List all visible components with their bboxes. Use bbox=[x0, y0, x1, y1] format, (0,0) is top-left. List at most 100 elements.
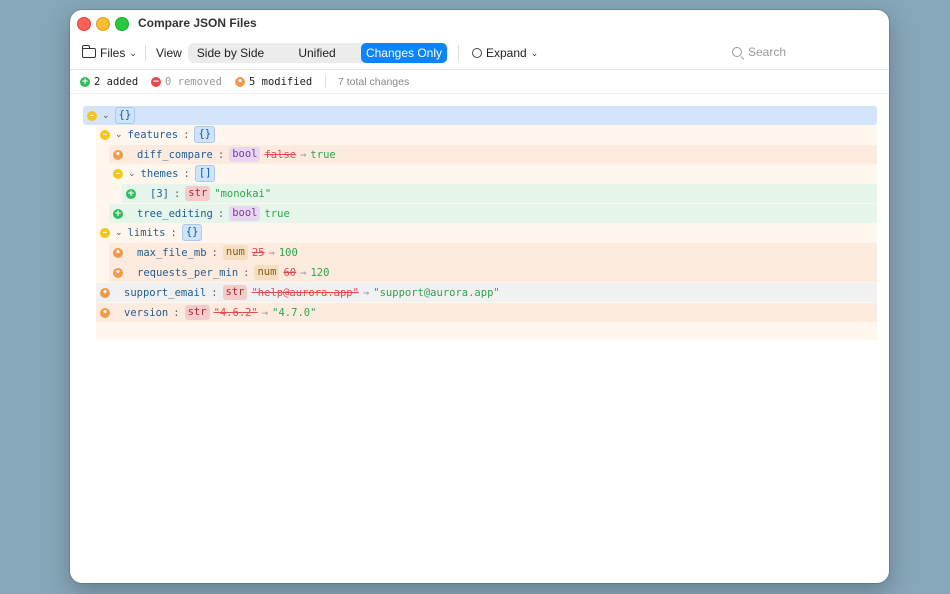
chevron-down-icon[interactable]: ⌄ bbox=[128, 169, 136, 179]
array-badge: [] bbox=[194, 165, 216, 182]
folder-icon bbox=[82, 45, 96, 58]
removed-count: − 0 removed bbox=[151, 76, 222, 88]
tree-row-diff-compare[interactable]: • diff_compare : bool false → true bbox=[113, 145, 336, 164]
colon: : bbox=[211, 286, 218, 299]
type-badge: num bbox=[254, 265, 280, 280]
colon: : bbox=[170, 226, 177, 239]
tree-row-requests-per-min[interactable]: • requests_per_min : num 60 → 120 bbox=[113, 263, 329, 282]
new-value: "monokai" bbox=[214, 187, 272, 200]
chevron-down-icon[interactable]: ⌄ bbox=[115, 130, 123, 140]
modified-circle-icon: – bbox=[100, 129, 110, 140]
tab-changes-only[interactable]: Changes Only bbox=[361, 43, 447, 63]
arrow-right-icon: → bbox=[300, 266, 307, 279]
arrow-right-icon: → bbox=[268, 246, 275, 259]
new-value: true bbox=[264, 207, 290, 220]
toolbar-divider bbox=[458, 45, 459, 61]
new-value: "4.7.0" bbox=[272, 306, 317, 319]
tree-row-version[interactable]: • version : str "4.6.2" → "4.7.0" bbox=[100, 303, 316, 322]
zoom-button[interactable] bbox=[115, 17, 129, 31]
colon: : bbox=[217, 207, 225, 220]
modified-circle-icon: • bbox=[113, 267, 123, 278]
key-label: version bbox=[124, 306, 169, 319]
root-row-bg bbox=[83, 106, 877, 125]
type-badge: str bbox=[184, 305, 210, 320]
minus-circle-icon: − bbox=[151, 77, 161, 87]
chevron-down-icon[interactable]: ⌄ bbox=[115, 228, 123, 238]
plus-circle-icon: + bbox=[126, 188, 136, 199]
toolbar: Files ⌄ View Side by Side Unified Change… bbox=[70, 36, 889, 70]
key-label: tree_editing bbox=[137, 207, 213, 220]
key-label: diff_compare bbox=[137, 148, 213, 161]
modified-circle-icon: • bbox=[100, 307, 110, 318]
object-badge: {} bbox=[181, 224, 203, 241]
key-label: [3] bbox=[150, 187, 169, 200]
colon: : bbox=[217, 148, 225, 161]
minimize-button[interactable] bbox=[96, 17, 110, 31]
arrow-right-icon: → bbox=[362, 286, 370, 299]
new-value: 120 bbox=[310, 266, 330, 279]
type-badge: num bbox=[222, 245, 248, 260]
view-mode-segmented-control: Side by Side Unified Changes Only bbox=[188, 43, 448, 63]
tab-side-by-side[interactable]: Side by Side bbox=[188, 43, 273, 63]
key-label: limits bbox=[127, 226, 166, 239]
tree-row-themes[interactable]: – ⌄ themes : [] bbox=[113, 164, 219, 183]
added-count: + 2 added bbox=[80, 76, 139, 88]
old-value: "help@aurora.app" bbox=[251, 286, 359, 299]
modified-circle-icon: • bbox=[100, 287, 110, 298]
colon: : bbox=[211, 246, 218, 259]
tree-row-support-email[interactable]: • support_email : str "help@aurora.app" … bbox=[100, 283, 500, 302]
key-label: features bbox=[127, 128, 179, 141]
files-menu-button[interactable]: Files ⌄ bbox=[82, 45, 137, 60]
tree-row-tree-editing[interactable]: + tree_editing : bool true bbox=[113, 204, 290, 223]
colon: : bbox=[183, 167, 190, 180]
new-value: "support@aurora.app" bbox=[373, 286, 500, 299]
modified-circle-icon: – bbox=[113, 168, 123, 179]
colon: : bbox=[183, 128, 190, 141]
chevron-down-icon: ⌄ bbox=[530, 47, 539, 58]
old-value: "4.6.2" bbox=[213, 306, 258, 319]
type-badge: bool bbox=[229, 147, 261, 162]
old-value: false bbox=[264, 148, 297, 161]
search-icon bbox=[732, 47, 742, 57]
modified-circle-icon: – bbox=[100, 227, 110, 238]
colon: : bbox=[173, 306, 180, 319]
colon: : bbox=[173, 187, 181, 200]
object-badge: {} bbox=[194, 126, 216, 143]
arrow-right-icon: → bbox=[300, 148, 307, 161]
tree-row-max-file-mb[interactable]: • max_file_mb : num 25 → 100 bbox=[113, 243, 298, 262]
modified-circle-icon: • bbox=[113, 247, 123, 258]
title-bar: Compare JSON Files bbox=[70, 10, 889, 36]
expand-menu-button[interactable]: Expand ⌄ bbox=[472, 46, 538, 60]
expand-label: Expand bbox=[486, 46, 527, 60]
modified-count: • 5 modified bbox=[235, 76, 312, 88]
key-label: support_email bbox=[124, 286, 207, 299]
tree-row-features[interactable]: – ⌄ features : {} bbox=[100, 125, 219, 144]
toolbar-divider bbox=[145, 45, 146, 61]
close-button[interactable] bbox=[77, 17, 91, 31]
object-badge: {} bbox=[114, 107, 136, 124]
tree-row-themes-3[interactable]: + [3] : str "monokai" bbox=[126, 184, 271, 203]
window-title: Compare JSON Files bbox=[138, 16, 257, 30]
chevron-down-icon: ⌄ bbox=[129, 47, 137, 58]
key-label: max_file_mb bbox=[137, 246, 207, 259]
modified-circle-icon: • bbox=[113, 149, 123, 160]
tree-row-root[interactable]: – ⌄ {} bbox=[87, 106, 139, 125]
app-window: Compare JSON Files Files ⌄ View Side by … bbox=[70, 10, 889, 583]
chevron-down-icon[interactable]: ⌄ bbox=[102, 111, 110, 121]
new-value: true bbox=[310, 148, 336, 161]
new-value: 100 bbox=[278, 246, 298, 259]
old-value: 60 bbox=[283, 266, 297, 279]
tab-unified[interactable]: Unified bbox=[273, 43, 361, 63]
old-value: 25 bbox=[251, 246, 265, 259]
colon: : bbox=[243, 266, 250, 279]
type-badge: str bbox=[222, 285, 248, 300]
tree-row-limits[interactable]: – ⌄ limits : {} bbox=[100, 223, 206, 242]
search-placeholder: Search bbox=[748, 45, 787, 59]
files-label: Files bbox=[100, 46, 126, 60]
modified-circle-icon: – bbox=[87, 110, 97, 121]
search-field[interactable]: Search bbox=[732, 45, 786, 59]
view-label: View bbox=[156, 46, 182, 60]
change-stats-bar: + 2 added − 0 removed • 5 modified 7 tot… bbox=[70, 70, 889, 94]
type-badge: bool bbox=[229, 206, 261, 221]
key-label: requests_per_min bbox=[137, 266, 239, 279]
